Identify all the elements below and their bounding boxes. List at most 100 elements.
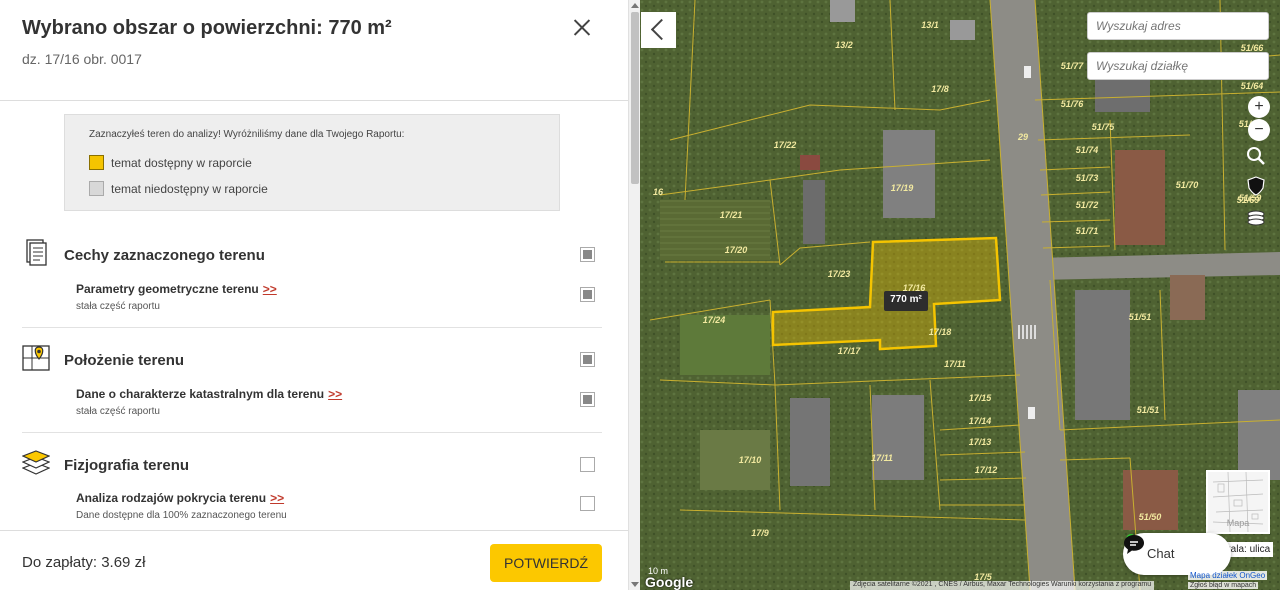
building	[1170, 275, 1205, 320]
section-checkbox[interactable]	[580, 457, 595, 472]
panel-scrollbar[interactable]	[628, 0, 640, 590]
item-note: Dane dostępne dla 100% zaznaczonego tere…	[76, 510, 287, 521]
parcel-number-label: 51/73	[1076, 173, 1099, 183]
divider	[22, 327, 602, 328]
parcel-number-label: 51/71	[1076, 226, 1099, 236]
scroll-thumb[interactable]	[631, 12, 639, 184]
report-error-link[interactable]: Zgłoś błąd w mapach	[1188, 582, 1259, 589]
building	[803, 180, 825, 244]
price-label: Do zapłaty: 3.69 zł	[22, 554, 146, 571]
building	[950, 20, 975, 40]
legend-box: Zaznaczyłeś teren do analizy! Wyróżniliś…	[64, 114, 560, 211]
building	[1075, 290, 1130, 420]
parcel-search-input[interactable]	[1087, 52, 1269, 80]
parcel-number-label: 17/11	[944, 359, 966, 369]
map-attribution[interactable]: Zdjęcia satelitarne ©2021 , CNES / Airbu…	[850, 581, 1155, 590]
item-title: Dane o charakterze katastralnym dla tere…	[76, 387, 342, 401]
map-pin-icon	[22, 345, 50, 371]
zoom-out-button[interactable]: −	[1248, 119, 1270, 141]
parcel-number-label: 17/12	[975, 465, 998, 475]
parcel-number-label: 17/17	[838, 346, 862, 356]
satellite-map[interactable]: 13/1 13/2 17/8 17/22 17/19 16 17/21 17/20 17/23 1…	[640, 0, 1280, 590]
parcel-number-label: 17/10	[739, 455, 762, 465]
map-canvas: 13/1 13/2 17/8 17/22 17/19 16 17/21 17/20 17/23 1…	[640, 0, 1280, 590]
search-icon[interactable]	[1246, 146, 1272, 172]
parcel-number-label: 16	[653, 187, 664, 197]
item-checkbox[interactable]	[580, 392, 595, 407]
app-root: Wybrano obszar o powierzchni: 770 m² dz.…	[0, 0, 1280, 590]
item-checkbox[interactable]	[580, 496, 595, 511]
parcel-number-label: 51/75	[1092, 122, 1116, 132]
parcel-number-label: 51/51	[1129, 312, 1152, 322]
google-logo: Google	[645, 574, 694, 590]
section-checkbox[interactable]	[580, 352, 595, 367]
parcel-number-label: 17/24	[703, 315, 726, 325]
building	[790, 398, 830, 486]
item-note: stała część raportu	[76, 406, 160, 417]
item-checkbox[interactable]	[580, 287, 595, 302]
layers-toggle-icon[interactable]	[1246, 208, 1272, 234]
parcel-number-label: 17/21	[720, 210, 743, 220]
details-link[interactable]: >>	[328, 387, 342, 401]
item-title-text: Dane o charakterze katastralnym dla tere…	[76, 387, 325, 401]
shield-icon[interactable]	[1246, 176, 1272, 202]
item-title-text: Parametry geometryczne terenu	[76, 282, 259, 296]
parcel-number-label: 17/16	[903, 283, 927, 293]
parcel-number-label: 17/18	[929, 327, 952, 337]
legend-unavailable: temat niedostępny w raporcie	[89, 181, 268, 196]
chat-label: Chat	[1147, 546, 1175, 561]
chat-button[interactable]: Chat	[1123, 533, 1231, 575]
legend-unavailable-label: temat niedostępny w raporcie	[111, 181, 268, 196]
item-note: stała część raportu	[76, 301, 160, 312]
minimap[interactable]: Mapa	[1206, 470, 1270, 534]
scroll-down-arrow[interactable]	[631, 582, 639, 587]
back-button[interactable]	[641, 12, 676, 48]
parcel-number-label: 17/8	[931, 84, 949, 94]
parcel-number-label: 17/13	[969, 437, 992, 447]
parcel-number-label: 17/22	[774, 140, 797, 150]
building	[872, 395, 924, 480]
parcel-number-label: 51/70	[1176, 180, 1199, 190]
close-button[interactable]	[568, 14, 596, 42]
details-link[interactable]: >>	[263, 282, 277, 296]
parcel-number-label: 13/2	[835, 40, 853, 50]
minimap-label: Mapa	[1226, 518, 1250, 528]
item-title: Parametry geometryczne terenu >>	[76, 282, 277, 296]
legend-available-label: temat dostępny w raporcie	[111, 155, 252, 170]
divider	[22, 432, 602, 433]
report-panel: Wybrano obszar o powierzchni: 770 m² dz.…	[0, 0, 628, 590]
parcel-number-label: 17/14	[969, 416, 992, 426]
parcel-number-label: 17/11	[871, 453, 893, 463]
scroll-up-arrow[interactable]	[631, 3, 639, 8]
parcel-number-label: 17/20	[725, 245, 748, 255]
area-label: 770 m²	[890, 294, 922, 305]
car	[1024, 66, 1031, 78]
page-title: Wybrano obszar o powierzchni: 770 m²	[22, 17, 392, 39]
parcel-number-label: 17/9	[751, 528, 769, 538]
zoom-in-button[interactable]: +	[1248, 96, 1270, 118]
building	[883, 130, 935, 218]
section-checkbox[interactable]	[580, 247, 595, 262]
parcel-number-label: 51/51	[1137, 405, 1160, 415]
section-terrain-features: Cechy zaznaczonego terenu Parametry geom…	[22, 238, 602, 328]
item-title-text: Analiza rodzajów pokrycia terenu	[76, 491, 267, 505]
building	[1115, 150, 1165, 245]
car	[1028, 407, 1035, 419]
ongeo-link[interactable]: Mapa działek OnGeo	[1188, 571, 1268, 580]
building	[800, 155, 820, 170]
legend-intro: Zaznaczyłeś teren do analizy! Wyróżniliś…	[89, 129, 405, 140]
parcel-number-label: 51/74	[1076, 145, 1099, 155]
panel-header: Wybrano obszar o powierzchni: 770 m² dz.…	[0, 0, 628, 101]
confirm-button[interactable]: POTWIERDŹ	[490, 544, 602, 582]
parcel-number-label: 17/19	[891, 183, 914, 193]
parcel-number-label: 29	[1017, 132, 1028, 142]
layers-icon	[22, 450, 50, 475]
parcel-number-label: 51/64	[1241, 81, 1264, 91]
available-swatch	[89, 155, 104, 170]
details-link[interactable]: >>	[270, 491, 284, 505]
parcel-number-label: 51/76	[1061, 99, 1085, 109]
address-search-input[interactable]	[1087, 12, 1269, 40]
legend-available: temat dostępny w raporcie	[89, 155, 252, 170]
document-icon	[26, 239, 47, 266]
section-title: Fizjografia terenu	[64, 457, 190, 474]
